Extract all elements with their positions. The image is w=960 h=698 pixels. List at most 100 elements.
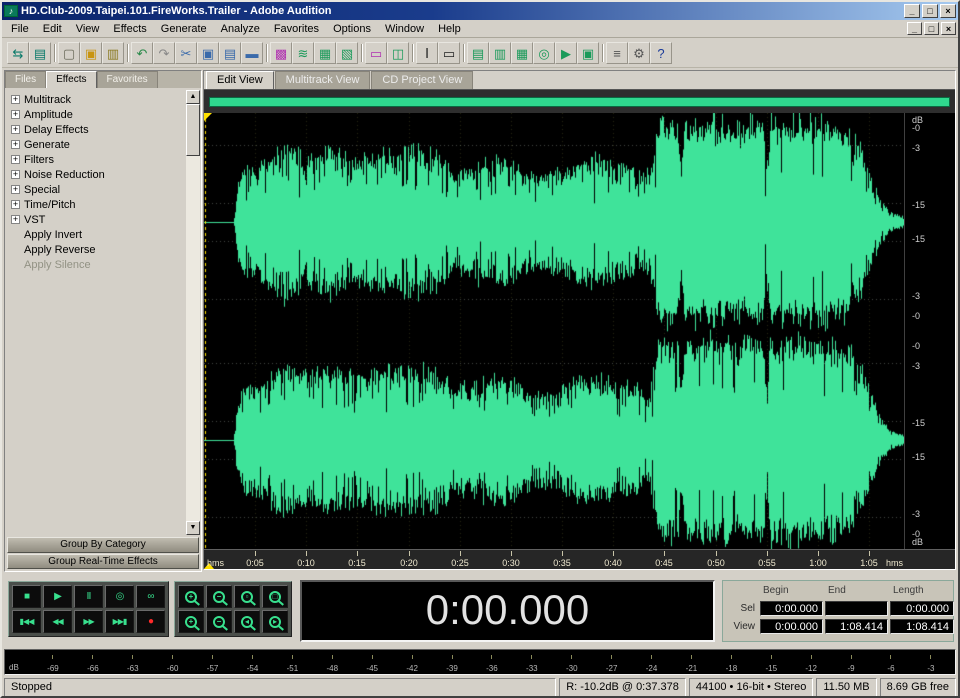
tree-item-time-pitch[interactable]: +Time/Pitch (6, 197, 186, 212)
record-button[interactable]: ● (136, 610, 165, 633)
scroll-up-icon[interactable]: ▲ (186, 90, 200, 104)
tree-item-amplitude[interactable]: +Amplitude (6, 107, 186, 122)
time-selection-tool-button[interactable]: Ⅰ (416, 42, 438, 64)
amplitude-ruler[interactable]: dB-0-3-15-15-3-0-0-3-15-15-3-0dB (904, 113, 955, 549)
go-to-beginning-button[interactable]: ▮◀◀ (12, 610, 41, 633)
playhead-marker-icon[interactable] (204, 113, 212, 121)
waveform-view-button[interactable]: ≋ (292, 42, 314, 64)
tree-item-apply-invert[interactable]: Apply Invert (6, 227, 186, 242)
switch-workspace-button[interactable]: ⇆ (7, 42, 29, 64)
tree-item-multitrack[interactable]: +Multitrack (6, 92, 186, 107)
tab-favorites[interactable]: Favorites (97, 71, 158, 88)
expand-icon[interactable]: + (11, 95, 20, 104)
menu-edit[interactable]: Edit (36, 22, 69, 36)
expand-icon[interactable]: + (11, 200, 20, 209)
show-time-display-button[interactable]: ▣ (577, 42, 599, 64)
zoom-to-selection-button[interactable]: □ (262, 585, 288, 608)
view-end-value[interactable]: 1:08.414 (825, 619, 888, 634)
convert-sample-type-button[interactable]: ▭ (365, 42, 387, 64)
sel-length-value[interactable]: 0:00.000 (890, 601, 954, 616)
expand-icon[interactable]: + (11, 170, 20, 179)
stop-button[interactable]: ■ (12, 585, 41, 608)
overview-range-bar[interactable] (209, 97, 950, 107)
expand-icon[interactable]: + (11, 125, 20, 134)
save-file-button[interactable]: ▥ (102, 42, 124, 64)
timeline-ruler[interactable]: hms0:050:100:150:200:250:300:350:400:450… (204, 549, 955, 569)
window-minimize-button[interactable]: _ (904, 4, 920, 18)
tree-item-delay-effects[interactable]: +Delay Effects (6, 122, 186, 137)
view-begin-value[interactable]: 0:00.000 (760, 619, 823, 634)
level-meter[interactable]: dB-69-66-63-60-57-54-51-48-45-42-39-36-3… (4, 649, 956, 675)
expand-icon[interactable]: + (11, 110, 20, 119)
open-file-button[interactable]: ▣ (80, 42, 102, 64)
cut-button[interactable]: ✂ (175, 42, 197, 64)
rewind-button[interactable]: ◀◀ (43, 610, 72, 633)
tab-files[interactable]: Files (5, 71, 46, 88)
scripts-batch-button[interactable]: ≡ (606, 42, 628, 64)
tree-item-special[interactable]: +Special (6, 182, 186, 197)
sel-begin-value[interactable]: 0:00.000 (760, 601, 823, 616)
multitrack-grid-button[interactable]: ▦ (314, 42, 336, 64)
time-display[interactable]: 0:00.000 (300, 580, 715, 642)
fast-forward-button[interactable]: ▶▶ (74, 610, 103, 633)
child-window-restore-button[interactable]: □ (924, 22, 939, 35)
channel-mixer-button[interactable]: ◫ (387, 42, 409, 64)
expand-icon[interactable]: + (11, 215, 20, 224)
expand-icon[interactable]: + (11, 185, 20, 194)
redo-button[interactable]: ↷ (153, 42, 175, 64)
zoom-in-horizontal-button[interactable]: + (178, 585, 204, 608)
show-zoom-controls-button[interactable]: ◎ (533, 42, 555, 64)
spectral-view-button[interactable]: ▩ (270, 42, 292, 64)
cd-project-grid-button[interactable]: ▧ (336, 42, 358, 64)
marquee-selection-tool-button[interactable]: ▭ (438, 42, 460, 64)
menu-effects[interactable]: Effects (106, 22, 153, 36)
tab-edit-view[interactable]: Edit View (206, 71, 274, 89)
tree-item-filters[interactable]: +Filters (6, 152, 186, 167)
menu-window[interactable]: Window (378, 22, 431, 36)
device-settings-button[interactable]: ⚙ (628, 42, 650, 64)
new-file-button[interactable]: ▢ (58, 42, 80, 64)
help-button[interactable]: ? (650, 42, 672, 64)
child-window-minimize-button[interactable]: _ (907, 22, 922, 35)
menu-view[interactable]: View (69, 22, 107, 36)
window-restore-button[interactable]: □ (922, 4, 938, 18)
zoom-in-vertical-button[interactable]: + (178, 610, 204, 633)
tab-multitrack-view[interactable]: Multitrack View (275, 71, 371, 89)
trim-button[interactable]: ▬ (241, 42, 263, 64)
menu-options[interactable]: Options (326, 22, 378, 36)
go-to-end-button[interactable]: ▶▶▮ (105, 610, 134, 633)
menu-analyze[interactable]: Analyze (214, 22, 267, 36)
show-mixer-button[interactable]: ▦ (511, 42, 533, 64)
tree-item-apply-reverse[interactable]: Apply Reverse (6, 242, 186, 257)
zoom-out-horizontal-button[interactable]: − (206, 585, 232, 608)
undo-button[interactable]: ↶ (131, 42, 153, 64)
play-from-cursor-button[interactable]: ◎ (105, 585, 134, 608)
play-looped-button[interactable]: ∞ (136, 585, 165, 608)
window-close-button[interactable]: × (940, 4, 956, 18)
expand-icon[interactable]: + (11, 140, 20, 149)
view-length-value[interactable]: 1:08.414 (890, 619, 954, 634)
effects-scrollbar[interactable]: ▲ ▼ (186, 90, 200, 535)
tab-effects[interactable]: Effects (46, 71, 96, 88)
tab-cd-project-view[interactable]: CD Project View (371, 71, 473, 89)
scroll-down-icon[interactable]: ▼ (186, 521, 200, 535)
show-transport-button[interactable]: ▶ (555, 42, 577, 64)
group-by-category-button[interactable]: Group By Category (7, 537, 199, 553)
scroll-thumb[interactable] (186, 104, 200, 156)
show-cue-list-button[interactable]: ▤ (467, 42, 489, 64)
zoom-full-button[interactable]: ▫ (234, 585, 260, 608)
paste-button[interactable]: ▤ (219, 42, 241, 64)
waveform-display[interactable] (204, 113, 904, 549)
zoom-selection-right-button[interactable]: ▸ (262, 610, 288, 633)
tree-item-noise-reduction[interactable]: +Noise Reduction (6, 167, 186, 182)
pause-button[interactable]: Ⅱ (74, 585, 103, 608)
play-button[interactable]: ▶ (43, 585, 72, 608)
copy-button[interactable]: ▣ (197, 42, 219, 64)
menu-help[interactable]: Help (431, 22, 468, 36)
show-panels-button[interactable]: ▤ (29, 42, 51, 64)
group-real-time-effects-button[interactable]: Group Real-Time Effects (7, 554, 199, 570)
menu-generate[interactable]: Generate (154, 22, 214, 36)
menu-favorites[interactable]: Favorites (267, 22, 326, 36)
expand-icon[interactable]: + (11, 155, 20, 164)
sel-end-value[interactable] (825, 601, 888, 616)
